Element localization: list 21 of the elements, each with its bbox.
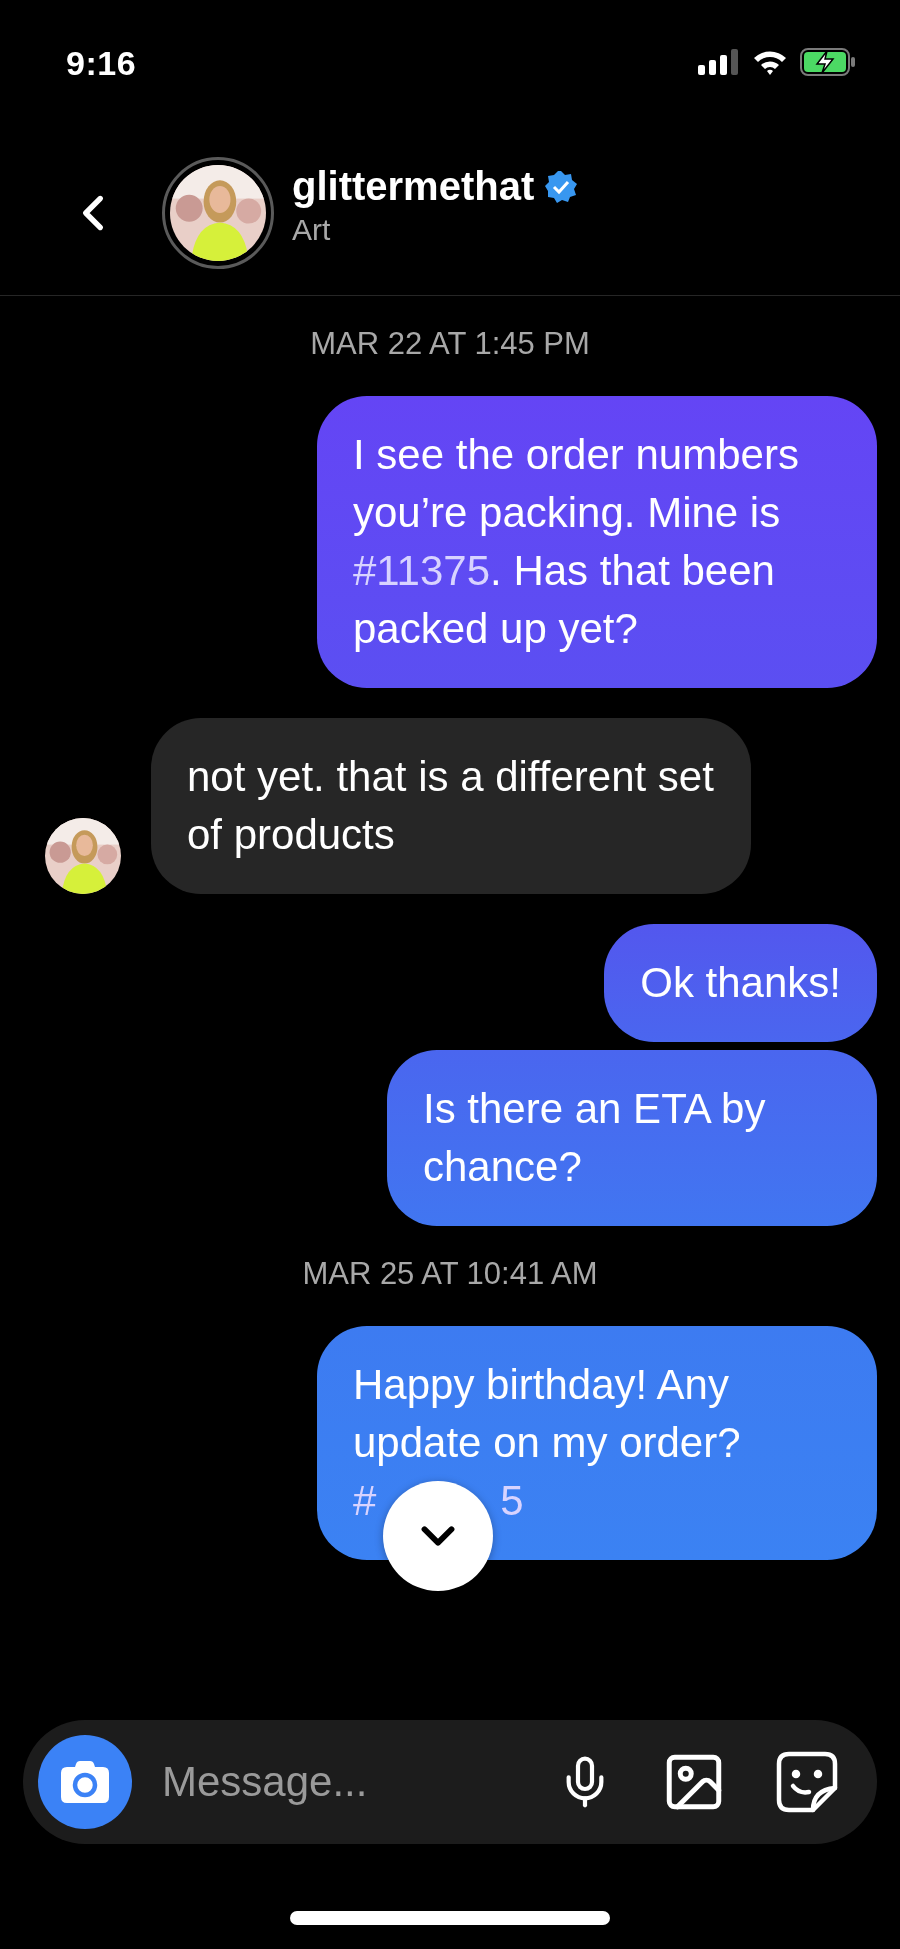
order-number-link[interactable]: 5 [500,1477,524,1524]
username: glittermethat [292,164,535,209]
avatar-ring[interactable] [162,156,274,269]
battery-charging-icon [800,48,856,76]
order-number-link[interactable]: #11375 [353,547,491,594]
message-text: I see the order numbers you’re packing. Mine is #11375. Has that been packed up yet? [353,431,799,652]
message-text: Is there an ETA by chance? [423,1085,766,1190]
camera-icon [59,1760,111,1804]
account-category: Art [292,213,332,247]
message-text: Ok thanks! [640,959,841,1006]
message-input-field[interactable]: Message... [160,1757,509,1807]
message-text: not yet. that is a different set of products [187,753,714,858]
camera-button[interactable] [38,1735,132,1829]
status-time: 9:16 [66,44,137,83]
order-number-link[interactable]: # [353,1477,377,1524]
timestamp: MAR 25 AT 10:41 AM [302,1256,598,1292]
signal-icon [698,49,740,75]
sticker-icon[interactable] [775,1750,839,1814]
message-text: Happy birthday! Any update on my order? [353,1361,741,1466]
scroll-down-button[interactable] [383,1481,493,1591]
timestamp: MAR 22 AT 1:45 PM [310,326,590,362]
